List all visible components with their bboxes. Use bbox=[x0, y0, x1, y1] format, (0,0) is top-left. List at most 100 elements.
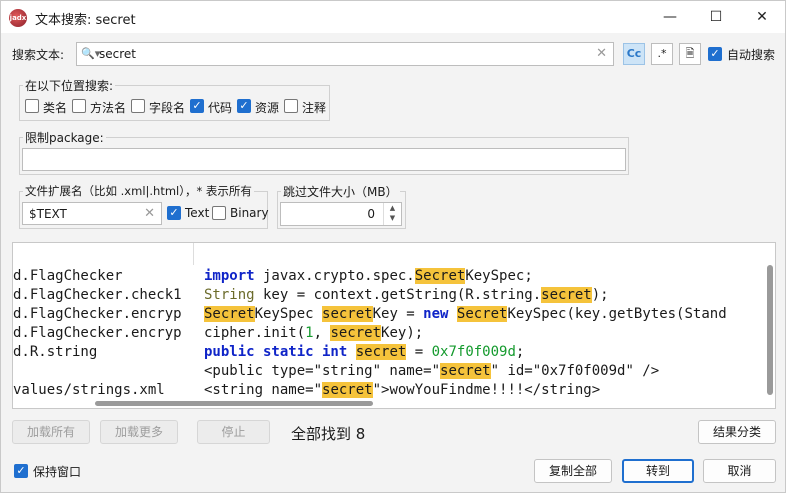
load-all-button[interactable]: 加载所有 bbox=[12, 420, 90, 444]
code-token: ">wowYouFindme!!!!</string> bbox=[372, 382, 601, 398]
match-highlight: secret bbox=[322, 382, 373, 398]
column-divider bbox=[193, 243, 194, 265]
code-token: public static int bbox=[204, 344, 348, 360]
jadx-app-icon: jadx bbox=[9, 9, 27, 27]
clear-ext-icon[interactable]: ✕ bbox=[144, 206, 155, 221]
skip-size-title: 跳过文件大小（MB） bbox=[281, 183, 400, 200]
field-name-label: 字段名 bbox=[149, 101, 186, 115]
text-label: Text bbox=[185, 206, 210, 220]
window-title: 文本搜索: secret bbox=[35, 13, 136, 28]
match-highlight: Secret bbox=[456, 306, 508, 322]
search-in-active-tab-button[interactable]: 🗎 bbox=[679, 43, 701, 65]
result-row[interactable]: d.FlagChecker.check1 String key = context… bbox=[13, 286, 765, 305]
file-ext-input[interactable]: $TEXT ✕ bbox=[22, 202, 162, 225]
code-token: KeySpec(key.getBytes(Stand bbox=[507, 306, 727, 322]
code-token: 0x7f0f009d bbox=[431, 344, 516, 360]
code-token: = bbox=[406, 344, 432, 360]
result-row[interactable]: values/strings.xml <string name="secret">… bbox=[13, 381, 765, 400]
result-node: d.R.string bbox=[13, 344, 98, 360]
class-name-checkbox[interactable] bbox=[25, 99, 39, 113]
skip-size-input[interactable]: 0 ▲ ▼ bbox=[280, 202, 402, 226]
code-token: 1 bbox=[305, 325, 314, 341]
auto-search-checkbox[interactable]: ✓ bbox=[708, 47, 722, 61]
code-token: " id="0x7f0f009d" /> bbox=[490, 363, 660, 379]
minimize-button[interactable]: — bbox=[647, 1, 693, 33]
class-name-label: 类名 bbox=[43, 101, 68, 115]
load-more-button[interactable]: 加载更多 bbox=[100, 420, 178, 444]
search-dialog: jadx 文本搜索: secret — ☐ ✕ 搜索文本: 🔍▾ secret … bbox=[0, 0, 786, 493]
copy-all-button[interactable]: 复制全部 bbox=[534, 459, 612, 483]
match-highlight: secret bbox=[355, 344, 407, 360]
match-highlight: secret bbox=[541, 287, 592, 303]
close-button[interactable]: ✕ bbox=[739, 1, 785, 33]
resource-label: 资源 bbox=[255, 101, 280, 115]
field-name-checkbox[interactable] bbox=[131, 99, 145, 113]
horizontal-scrollbar[interactable] bbox=[95, 401, 373, 406]
result-row[interactable]: d.R.string public static int secret = 0x7… bbox=[13, 343, 765, 362]
results-table[interactable]: d.FlagChecker import javax.crypto.spec.Se… bbox=[12, 242, 776, 409]
code-token: ); bbox=[591, 287, 609, 303]
regex-button[interactable]: .* bbox=[651, 43, 673, 65]
result-code: <public type="string" name="secret" id="… bbox=[204, 362, 659, 381]
result-node: d.FlagChecker.check1 bbox=[13, 287, 182, 303]
match-highlight: Secret bbox=[414, 268, 466, 284]
resource-checkbox[interactable]: ✓ bbox=[237, 99, 251, 113]
spinner-up-icon[interactable]: ▲ bbox=[384, 203, 401, 213]
result-code: SecretKeySpec secretKey = new SecretKeyS… bbox=[204, 305, 727, 324]
skip-size-spinner[interactable]: ▲ ▼ bbox=[383, 203, 401, 225]
goto-button[interactable]: 转到 bbox=[622, 459, 694, 483]
code-label: 代码 bbox=[208, 101, 233, 115]
result-node: d.FlagChecker bbox=[13, 268, 123, 284]
result-code: <string name="secret">wowYouFindme!!!!</… bbox=[204, 381, 600, 400]
result-node: d.FlagChecker.encryp bbox=[13, 306, 182, 322]
package-title: 限制package: bbox=[23, 129, 106, 146]
result-code: import javax.crypto.spec.SecretKeySpec; bbox=[204, 267, 533, 286]
code-token: Key = bbox=[372, 306, 424, 322]
code-token: KeySpec bbox=[254, 306, 323, 322]
match-highlight: secret bbox=[330, 325, 382, 341]
keep-window-label: 保持窗口 bbox=[33, 465, 82, 479]
maximize-button[interactable]: ☐ bbox=[693, 1, 739, 33]
keep-window-checkbox[interactable]: ✓ bbox=[14, 464, 28, 478]
code-token: new bbox=[423, 306, 449, 322]
comment-checkbox[interactable] bbox=[284, 99, 298, 113]
sort-results-button[interactable]: 结果分类 bbox=[698, 420, 776, 444]
binary-label: Binary bbox=[230, 206, 269, 220]
result-row[interactable]: <public type="string" name="secret" id="… bbox=[13, 362, 765, 381]
document-search-icon: 🗎 bbox=[685, 47, 695, 60]
method-name-checkbox[interactable] bbox=[72, 99, 86, 113]
search-input[interactable]: 🔍▾ secret ✕ bbox=[76, 42, 614, 66]
code-token: <string name=" bbox=[204, 382, 323, 398]
code-token: import bbox=[204, 268, 255, 284]
spinner-down-icon[interactable]: ▼ bbox=[384, 213, 401, 223]
result-code: String key = context.getString(R.string.… bbox=[204, 286, 609, 305]
search-in-title: 在以下位置搜索: bbox=[23, 77, 116, 94]
clear-search-icon[interactable]: ✕ bbox=[596, 46, 607, 61]
cancel-button[interactable]: 取消 bbox=[703, 459, 776, 483]
code-token: String bbox=[204, 287, 255, 303]
stop-button[interactable]: 停止 bbox=[197, 420, 270, 444]
vertical-scrollbar[interactable] bbox=[767, 265, 773, 395]
code-token: key = context.getString(R.string. bbox=[254, 287, 542, 303]
file-ext-value: $TEXT bbox=[29, 207, 67, 221]
match-highlight: secret bbox=[322, 306, 373, 322]
result-row[interactable]: d.FlagChecker.encryp cipher.init(1, secre… bbox=[13, 324, 765, 343]
code-token: ; bbox=[515, 344, 525, 360]
binary-checkbox[interactable] bbox=[212, 206, 226, 220]
title-bar: jadx 文本搜索: secret — ☐ ✕ bbox=[1, 1, 785, 33]
skip-size-value: 0 bbox=[367, 207, 375, 221]
match-highlight: secret bbox=[440, 363, 491, 379]
result-row[interactable]: d.FlagChecker.encryp Secret KeySpec secret… bbox=[13, 305, 765, 324]
method-name-label: 方法名 bbox=[90, 101, 127, 115]
code-token: cipher.init( bbox=[204, 325, 306, 341]
code-token: Key); bbox=[381, 325, 424, 341]
result-row[interactable]: d.FlagChecker import javax.crypto.spec.Se… bbox=[13, 267, 765, 286]
text-checkbox[interactable]: ✓ bbox=[167, 206, 181, 220]
package-input[interactable] bbox=[22, 148, 626, 171]
result-code: public static int secret = 0x7f0f009d; bbox=[204, 343, 524, 362]
match-case-button[interactable]: Cc bbox=[623, 43, 645, 65]
code-checkbox[interactable]: ✓ bbox=[190, 99, 204, 113]
result-code: cipher.init(1, secretKey); bbox=[204, 324, 423, 343]
